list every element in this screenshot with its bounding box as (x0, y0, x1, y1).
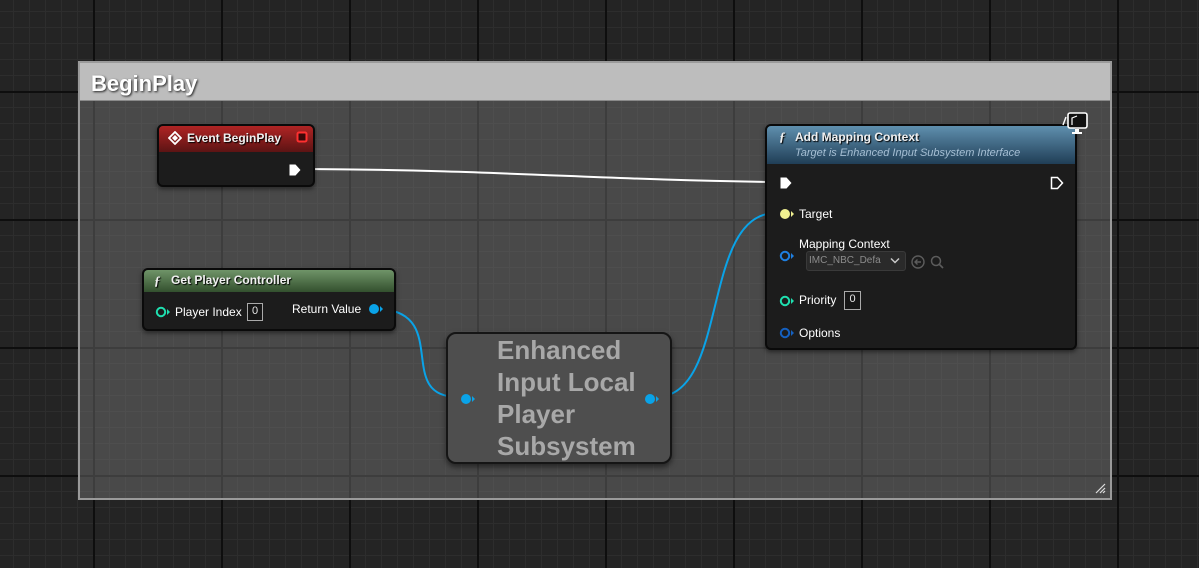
exec-out-pin-icon[interactable] (1050, 176, 1064, 190)
event-beginplay-node[interactable]: Event BeginPlay (157, 124, 315, 187)
delegate-pin-icon[interactable] (296, 131, 308, 143)
event-node-title: Event BeginPlay (187, 131, 282, 145)
subsystem-title-line-2: Input Local (497, 367, 636, 397)
subsystem-node-title: Enhanced Input Local Player Subsystem (497, 334, 647, 462)
subsystem-title-line-3: Player (497, 399, 576, 429)
get-player-controller-title: Get Player Controller (171, 273, 292, 287)
player-index-pin-icon[interactable] (155, 306, 171, 318)
get-player-controller-node[interactable]: ƒ Get Player Controller Player Index 0 R… (142, 268, 396, 331)
priority-input[interactable]: 0 (844, 291, 861, 310)
return-value-pin-icon[interactable] (367, 303, 385, 315)
function-icon: ƒ (779, 129, 786, 144)
browse-asset-search-icon[interactable] (929, 254, 945, 270)
options-pin-icon[interactable] (778, 327, 796, 339)
subsystem-title-line-4: Subsystem (497, 431, 636, 461)
client-only-monitor-icon (1062, 112, 1088, 134)
options-label: Options (799, 326, 841, 340)
exec-wire[interactable] (303, 168, 777, 183)
mapping-context-value: IMC_NBC_Defa (809, 255, 881, 266)
priority-pin-icon[interactable] (778, 295, 796, 307)
add-mapping-context-node[interactable]: ƒ Add Mapping Context Target is Enhanced… (765, 124, 1077, 350)
use-selected-asset-icon[interactable] (910, 254, 926, 270)
subsystem-title-line-1: Enhanced (497, 335, 622, 365)
subsystem-to-target-wire[interactable] (655, 212, 777, 398)
player-index-label: Player Index (175, 305, 242, 319)
subsystem-output-pin-icon[interactable] (643, 393, 661, 405)
enhanced-input-subsystem-node[interactable]: Enhanced Input Local Player Subsystem (446, 332, 672, 464)
add-mapping-context-title: Add Mapping Context (795, 130, 919, 144)
function-icon: ƒ (154, 273, 161, 288)
mapping-context-pin-icon[interactable] (778, 250, 796, 262)
add-mapping-context-subtitle: Target is Enhanced Input Subsystem Inter… (795, 147, 1021, 159)
player-index-input[interactable]: 0 (247, 303, 263, 321)
event-diamond-icon (168, 131, 182, 145)
subsystem-input-pin-icon[interactable] (458, 393, 476, 405)
exec-in-pin-icon[interactable] (779, 176, 793, 190)
target-pin-icon[interactable] (778, 208, 796, 220)
target-label: Target (799, 207, 833, 221)
exec-out-pin-icon[interactable] (288, 163, 302, 177)
return-value-label: Return Value (292, 302, 362, 316)
mapping-context-label: Mapping Context (799, 237, 890, 251)
chevron-down-icon (890, 257, 900, 264)
mapping-context-asset-picker[interactable]: IMC_NBC_Defa (806, 251, 906, 271)
priority-label: Priority (799, 293, 837, 307)
